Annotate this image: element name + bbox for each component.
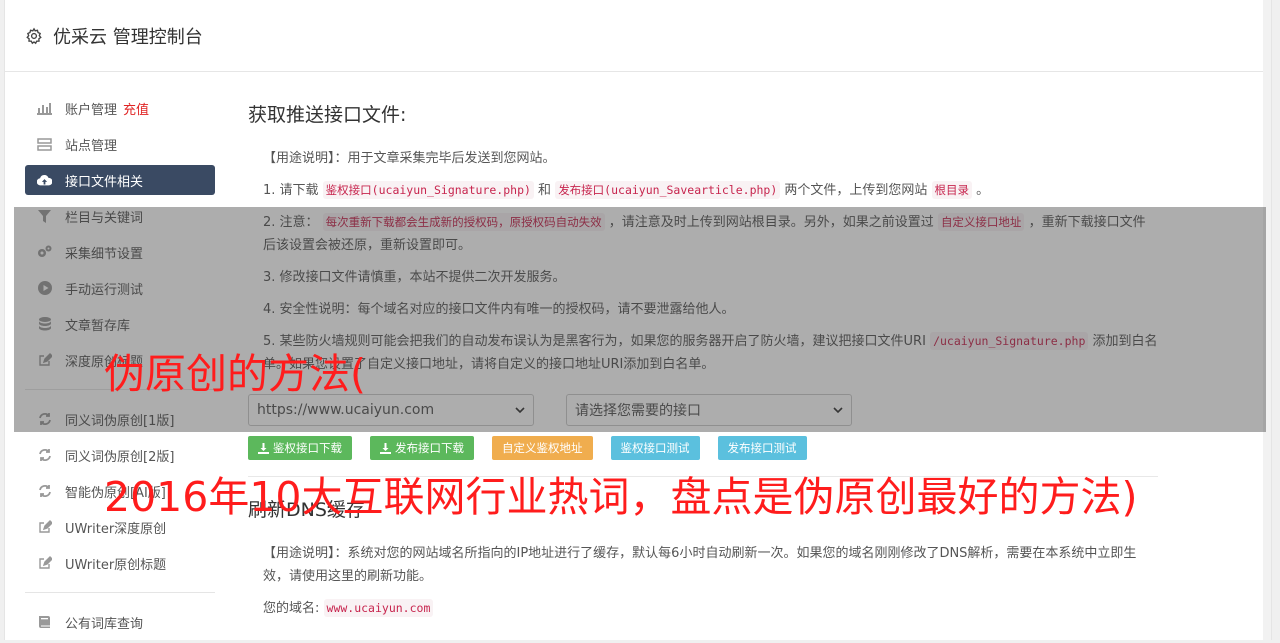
header: 优采云 管理控制台 bbox=[5, 0, 1271, 72]
download-icon bbox=[258, 442, 269, 454]
sidebar-divider bbox=[25, 592, 215, 593]
server-icon bbox=[37, 137, 52, 152]
sidebar-item-label: 站点管理 bbox=[65, 138, 118, 154]
sidebar-item-label: 同义词伪原创[2版] bbox=[65, 449, 175, 465]
button-label: 自定义鉴权地址 bbox=[502, 441, 583, 455]
gear-icon bbox=[26, 27, 42, 44]
sidebar-item-label: 账户管理 bbox=[65, 102, 118, 118]
custom-auth-button[interactable]: 自定义鉴权地址 bbox=[492, 436, 593, 460]
step-1: 1. 请下载 鉴权接口(ucaiyun_Signature.php) 和 发布接… bbox=[263, 179, 1158, 202]
edit-icon bbox=[37, 556, 52, 571]
sidebar-item-account[interactable]: 账户管理 充值 bbox=[25, 93, 215, 123]
step-text: 1. 请下载 bbox=[263, 183, 323, 198]
sidebar-item-label: 公有词库查询 bbox=[65, 616, 144, 632]
button-label: 鉴权接口测试 bbox=[620, 441, 690, 455]
auth-download-button[interactable]: 鉴权接口下载 bbox=[248, 436, 352, 460]
edit-icon bbox=[37, 520, 52, 535]
bar-chart-icon bbox=[37, 101, 52, 116]
sidebar-item-public-dictionary[interactable]: 公有词库查询 bbox=[25, 607, 215, 637]
step-text: 和 bbox=[533, 183, 556, 198]
refresh-icon bbox=[37, 448, 52, 463]
sidebar-item-label: 接口文件相关 bbox=[65, 174, 144, 190]
publish-test-button[interactable]: 发布接口测试 bbox=[717, 436, 807, 460]
dns-usage-text: 【用途说明】：系统对您的网站域名所指向的IP地址进行了缓存，默认每6小时自动刷新… bbox=[263, 546, 1137, 584]
usage-text: 【用途说明】：用于文章采集完毕后发送到您网站。 bbox=[263, 151, 556, 166]
auth-test-button[interactable]: 鉴权接口测试 bbox=[610, 436, 700, 460]
download-icon bbox=[380, 442, 391, 454]
button-label: 发布接口测试 bbox=[727, 441, 797, 455]
button-label: 发布接口下载 bbox=[395, 441, 464, 455]
book-icon bbox=[37, 615, 52, 630]
domain-label: 您的域名: bbox=[263, 601, 324, 616]
watermark-line-2: 2016年10大互联网行业热词，盘点是伪原创最好的方法) bbox=[104, 473, 1138, 521]
root-dir-code: 根目录 bbox=[931, 181, 973, 199]
publish-file-link[interactable]: 发布接口(ucaiyun_Savearticle.php) bbox=[555, 181, 781, 199]
page-title: 优采云 管理控制台 bbox=[53, 26, 203, 48]
publish-download-button[interactable]: 发布接口下载 bbox=[370, 436, 474, 460]
domain-line: 您的域名: www.ucaiyun.com bbox=[263, 597, 1158, 620]
auth-file-link[interactable]: 鉴权接口(ucaiyun_Signature.php) bbox=[322, 181, 534, 199]
sidebar-item-sites[interactable]: 站点管理 bbox=[25, 129, 215, 159]
domain-value: www.ucaiyun.com bbox=[323, 599, 434, 617]
sidebar-item-label: UWriter原创标题 bbox=[65, 557, 167, 573]
button-label: 鉴权接口下载 bbox=[273, 441, 342, 455]
step-text: 。 bbox=[972, 183, 990, 198]
button-row: 鉴权接口下载 发布接口下载 自定义鉴权地址 鉴权接口测试 发布接口测试 bbox=[248, 436, 1158, 460]
recharge-link[interactable]: 充值 bbox=[123, 99, 149, 118]
watermark-line-1: 伪原创的方法( bbox=[104, 350, 366, 398]
sidebar-item-uwriter-title[interactable]: UWriter原创标题 bbox=[25, 548, 215, 578]
sidebar-item-api-files[interactable]: 接口文件相关 bbox=[25, 165, 215, 195]
step-text: 两个文件，上传到您网站 bbox=[780, 183, 932, 198]
section-title-push-files: 获取推送接口文件: bbox=[248, 104, 407, 126]
refresh-icon bbox=[37, 484, 52, 499]
cloud-upload-icon bbox=[37, 173, 52, 188]
